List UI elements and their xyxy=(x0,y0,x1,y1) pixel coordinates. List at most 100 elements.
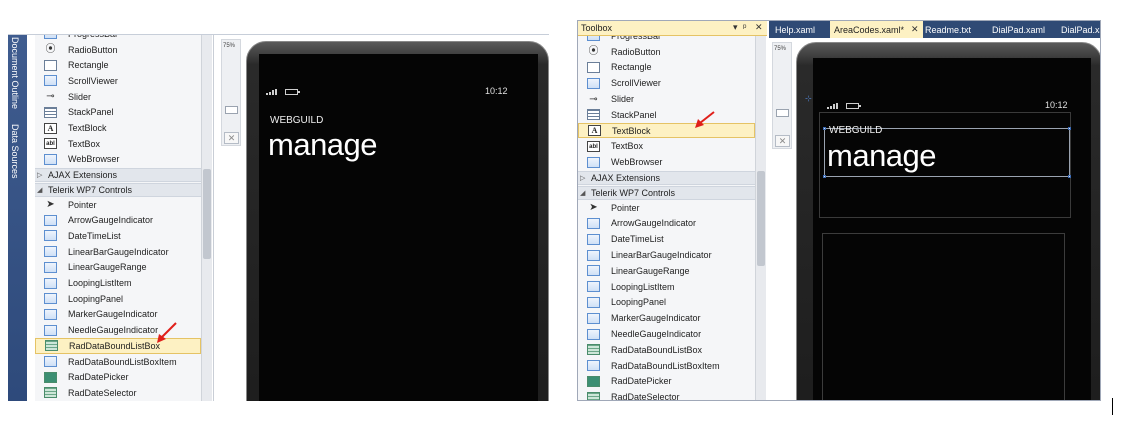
radiobutton-icon: ⦿ xyxy=(588,46,599,58)
stackpanel-icon xyxy=(587,109,600,121)
tab-dialpad-xaml-2[interactable]: DialPad.xa xyxy=(1057,21,1100,38)
toolbox-item[interactable]: RadDatePicker xyxy=(35,369,201,385)
pin-icon[interactable]: ᵖ xyxy=(743,22,746,32)
toolbox-item[interactable]: DateTimeList xyxy=(35,228,201,244)
toolbox-item[interactable]: ProgressBar xyxy=(35,35,201,42)
toolbox-item[interactable]: ⦿ RadioButton xyxy=(35,42,201,58)
resize-handle[interactable] xyxy=(823,175,826,178)
close-tab-icon[interactable]: ✕ xyxy=(911,24,919,35)
toolbox-item[interactable]: LoopingPanel xyxy=(35,291,201,307)
category-ajax-extensions[interactable]: ▷ AJAX Extensions xyxy=(35,168,201,183)
toolbox-item[interactable]: DateTimeList xyxy=(578,231,755,247)
designer-surface[interactable]: 75% ✕ 10:12 WEBGUILD manage ⊹ xyxy=(769,38,1100,400)
battery-icon xyxy=(285,89,300,95)
content-panel-outline xyxy=(822,233,1065,400)
zoom-slider[interactable]: 75% ✕ xyxy=(772,42,792,149)
toolbox-item[interactable]: RadDatePicker xyxy=(578,374,755,390)
toolbox-item[interactable]: StackPanel xyxy=(578,107,755,123)
toolbox-item[interactable]: Rectangle xyxy=(578,60,755,76)
toolbox-item[interactable]: LoopingPanel xyxy=(578,295,755,311)
control-icon xyxy=(587,360,600,372)
right-screenshot: Toolbox ▾ ᵖ ✕ ProgressBar⦿RadioButtonRec… xyxy=(577,20,1101,401)
scrollbar-thumb[interactable] xyxy=(203,169,211,259)
close-icon[interactable]: ✕ xyxy=(755,22,763,33)
battery-icon xyxy=(846,103,861,109)
toolbox-scrollbar[interactable] xyxy=(201,35,212,401)
toolbox-item[interactable]: ⦿ RadioButton xyxy=(578,44,755,60)
webbrowser-icon xyxy=(44,153,57,165)
toolbox-item[interactable]: ArrowGaugeIndicator xyxy=(578,216,755,232)
expanded-arrow-icon: ◢ xyxy=(580,190,586,197)
rectangle-icon xyxy=(44,59,57,71)
toolbox-item[interactable]: ⊸ Slider xyxy=(578,91,755,107)
textblock-icon: A xyxy=(44,122,57,134)
page-title: manage xyxy=(827,138,937,173)
slider-icon: ⊸ xyxy=(589,93,598,105)
tab-readme-txt[interactable]: Readme.txt xyxy=(921,21,975,38)
progressbar-icon xyxy=(44,35,57,40)
toolbox-item[interactable]: RadDateSelector xyxy=(578,389,755,400)
scrollviewer-icon xyxy=(44,75,57,87)
toolbox-item[interactable]: WebBrowser xyxy=(578,154,755,170)
zoom-slider[interactable]: 75% ✕ xyxy=(221,39,241,146)
phone-screen[interactable]: 10:12 WEBGUILD manage xyxy=(259,54,538,401)
category-telerik-wp7[interactable]: ◢ Telerik WP7 Controls xyxy=(578,186,755,200)
dropdown-icon[interactable]: ▾ xyxy=(733,22,738,33)
toolbox-item[interactable]: LoopingListItem xyxy=(578,279,755,295)
toolbox-item[interactable]: LinearBarGaugeIndicator xyxy=(578,247,755,263)
control-icon xyxy=(44,356,57,368)
toolbox-item[interactable]: WebBrowser xyxy=(35,152,201,168)
stackpanel-icon xyxy=(44,106,57,118)
toolbox-item[interactable]: ProgressBar xyxy=(578,36,755,44)
textbox-icon: abl xyxy=(587,140,600,152)
control-icon xyxy=(587,328,600,340)
resize-handle[interactable] xyxy=(1068,175,1071,178)
tab-areacodes-xaml[interactable]: AreaCodes.xaml* ✕ xyxy=(830,21,923,38)
toolbox-item[interactable]: ➤ Pointer xyxy=(578,200,755,216)
zoom-knob[interactable] xyxy=(225,106,238,114)
scrollviewer-icon xyxy=(587,77,600,89)
category-ajax-extensions[interactable]: ▷ AJAX Extensions xyxy=(578,171,755,186)
grid-adorner-icon[interactable]: ⊹ xyxy=(805,94,812,103)
category-telerik-wp7[interactable]: ◢ Telerik WP7 Controls xyxy=(35,183,201,197)
toolbox-item[interactable]: RadDataBoundListBoxItem xyxy=(578,358,755,374)
toolbox-item[interactable]: abl TextBox xyxy=(578,139,755,155)
toolbox-item[interactable]: LoopingListItem xyxy=(35,275,201,291)
fit-to-screen-icon[interactable]: ✕ xyxy=(224,132,239,144)
scrollbar-thumb[interactable] xyxy=(757,171,765,266)
phone-frame: 10:12 WEBGUILD manage xyxy=(246,41,549,401)
toolbox-item[interactable]: LinearGaugeRange xyxy=(35,260,201,276)
toolbox-item[interactable]: Rectangle xyxy=(35,57,201,73)
toolbox-item[interactable]: NeedleGaugeIndicator xyxy=(578,326,755,342)
toolbox-item[interactable]: RadDataBoundListBoxItem xyxy=(35,354,201,370)
toolbox-item[interactable]: ArrowGaugeIndicator xyxy=(35,212,201,228)
zoom-knob[interactable] xyxy=(776,109,789,117)
toolbox-item[interactable]: abl TextBox xyxy=(35,136,201,152)
toolbox-item[interactable]: A TextBlock xyxy=(35,120,201,136)
dateselector-icon xyxy=(44,387,57,399)
tab-data-sources[interactable]: Data Sources xyxy=(10,124,20,179)
toolbox-item[interactable]: LinearBarGaugeIndicator xyxy=(35,244,201,260)
phone-screen[interactable]: 10:12 WEBGUILD manage xyxy=(813,58,1091,400)
toolbox-item[interactable]: ScrollViewer xyxy=(578,75,755,91)
toolbox-item[interactable]: MarkerGaugeIndicator xyxy=(578,310,755,326)
toolbox-item[interactable]: ➤ Pointer xyxy=(35,197,201,213)
resize-handle[interactable] xyxy=(1068,127,1071,130)
fit-to-screen-icon[interactable]: ✕ xyxy=(775,135,790,147)
page-title: manage xyxy=(268,127,378,162)
designer-surface[interactable]: 75% ✕ 10:12 WEBGUILD manage xyxy=(213,35,549,401)
tab-dialpad-xaml[interactable]: DialPad.xaml xyxy=(988,21,1049,38)
toolbox-item[interactable]: RadDateSelector xyxy=(35,385,201,401)
toolbox-item[interactable]: ScrollViewer xyxy=(35,73,201,89)
toolbox-item[interactable]: StackPanel xyxy=(35,105,201,121)
tab-document-outline[interactable]: Document Outline xyxy=(10,37,20,109)
toolbox-item[interactable]: RadDataBoundListBox xyxy=(578,342,755,358)
tab-help-xaml[interactable]: Help.xaml xyxy=(771,21,819,38)
toolbox-item[interactable]: ⊸ Slider xyxy=(35,89,201,105)
toolbox-item[interactable]: LinearGaugeRange xyxy=(578,263,755,279)
resize-handle[interactable] xyxy=(823,127,826,130)
datepicker-icon xyxy=(44,371,57,383)
app-title: WEBGUILD xyxy=(829,125,883,136)
toolbox-scrollbar[interactable] xyxy=(755,36,766,400)
toolbox-item[interactable]: A TextBlock xyxy=(578,122,755,139)
